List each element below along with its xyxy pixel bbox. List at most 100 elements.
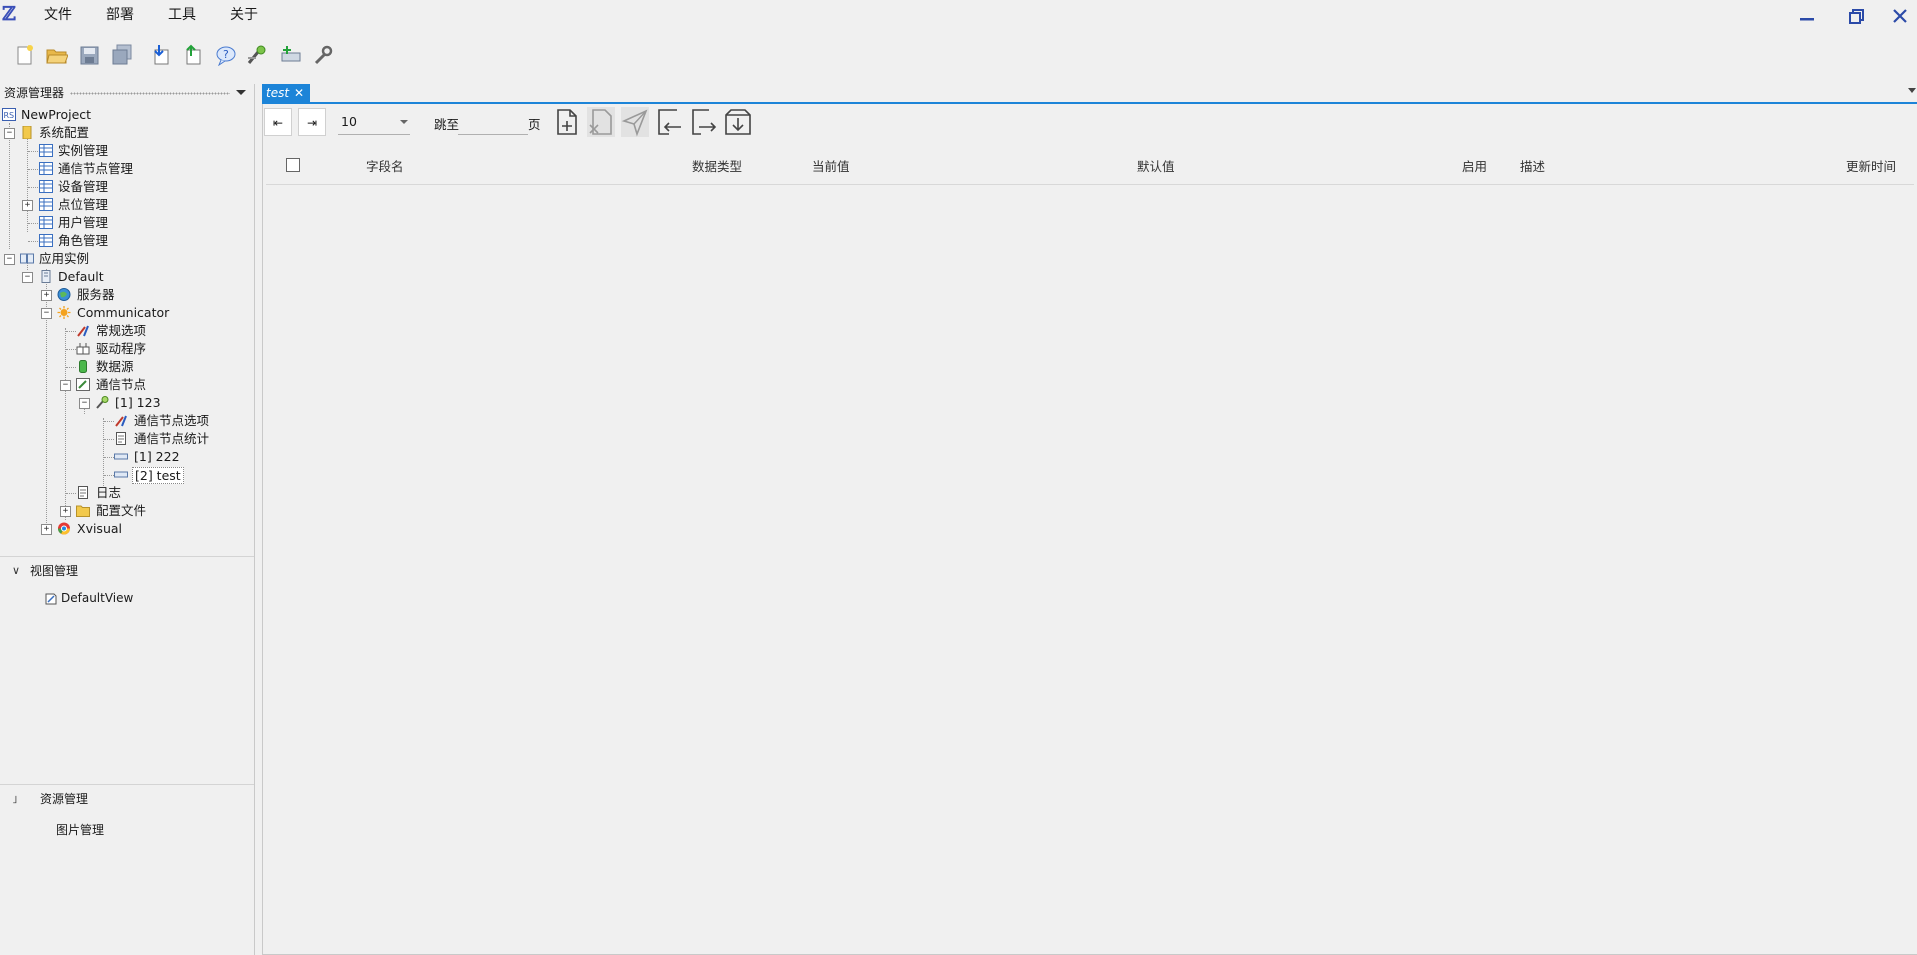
node-icon bbox=[96, 396, 109, 409]
jump-page-input[interactable] bbox=[458, 110, 528, 135]
project-tree: RS NewProject − 系统配置 实例管理 通信节点管理 设备管理 + … bbox=[0, 106, 254, 538]
tree-item-point-mgmt[interactable]: + 点位管理 bbox=[0, 196, 254, 214]
page-size-select[interactable]: 10 bbox=[338, 110, 410, 135]
collapse-icon[interactable]: − bbox=[4, 128, 15, 139]
view-mgmt-chevron-down-icon[interactable]: ∨ bbox=[12, 564, 20, 577]
tree-item-user-mgmt[interactable]: 用户管理 bbox=[0, 214, 254, 232]
explorer-grip[interactable] bbox=[70, 92, 230, 95]
export-icon[interactable] bbox=[182, 44, 204, 66]
tab-list-dropdown-icon[interactable] bbox=[1908, 88, 1916, 93]
export-right-icon[interactable] bbox=[689, 107, 717, 137]
tree-item-driver[interactable]: 驱动程序 bbox=[0, 340, 254, 358]
folder-icon bbox=[76, 505, 90, 517]
explorer-dropdown-icon[interactable] bbox=[236, 90, 246, 95]
resource-mgmt-toggle-icon[interactable]: ˩ bbox=[12, 793, 17, 806]
project-icon: RS bbox=[2, 108, 16, 121]
close-window-icon[interactable] bbox=[1884, 4, 1916, 30]
connect-icon[interactable] bbox=[246, 44, 268, 66]
tree-item-role-mgmt[interactable]: 角色管理 bbox=[0, 232, 254, 250]
archive-download-icon[interactable] bbox=[723, 107, 753, 137]
view-mgmt-title[interactable]: 视图管理 bbox=[30, 562, 78, 579]
comm-node-icon bbox=[76, 378, 90, 391]
instances-icon bbox=[20, 253, 34, 264]
expand-icon[interactable]: + bbox=[60, 506, 71, 517]
tree-item-222[interactable]: [1] 222 bbox=[0, 448, 254, 466]
globe-icon bbox=[57, 288, 71, 301]
tree-item-data-source[interactable]: 数据源 bbox=[0, 358, 254, 376]
send-icon[interactable] bbox=[621, 107, 649, 137]
device-icon bbox=[114, 453, 128, 460]
tree-item-test[interactable]: [2] test bbox=[0, 466, 254, 484]
tree-item-server[interactable]: + 服务器 bbox=[0, 286, 254, 304]
menu-bar bbox=[0, 0, 1917, 30]
table-header: 字段名 数据类型 当前值 默认值 启用 描述 更新时间 bbox=[266, 150, 1914, 185]
device-icon bbox=[114, 471, 128, 478]
tree-item-config-files[interactable]: + 配置文件 bbox=[0, 502, 254, 520]
view-icon bbox=[44, 592, 58, 605]
add-device-icon[interactable] bbox=[280, 44, 302, 66]
menu-tools[interactable]: 工具 bbox=[168, 5, 196, 25]
tree-item-node-stats[interactable]: 通信节点统计 bbox=[0, 430, 254, 448]
tree-item-comm-node-mgmt[interactable]: 通信节点管理 bbox=[0, 160, 254, 178]
select-all-checkbox[interactable] bbox=[286, 158, 300, 172]
tree-item-general-options[interactable]: 常规选项 bbox=[0, 322, 254, 340]
col-current-value[interactable]: 当前值 bbox=[812, 150, 850, 184]
save-icon[interactable] bbox=[79, 44, 101, 66]
prev-page-button[interactable]: ⇥ bbox=[298, 108, 326, 136]
restore-icon[interactable] bbox=[1838, 4, 1870, 30]
help-icon[interactable]: ? bbox=[214, 44, 236, 67]
sun-icon bbox=[57, 306, 71, 319]
tab-test[interactable]: test ✕ bbox=[262, 84, 310, 102]
collapse-icon[interactable]: − bbox=[41, 308, 52, 319]
delete-file-icon[interactable] bbox=[587, 107, 615, 137]
import-left-icon[interactable] bbox=[655, 107, 683, 137]
document-icon bbox=[116, 432, 126, 445]
collapse-icon[interactable]: − bbox=[4, 254, 15, 265]
col-field-name[interactable]: 字段名 bbox=[366, 150, 404, 184]
expand-icon[interactable]: + bbox=[22, 200, 33, 211]
col-data-type[interactable]: 数据类型 bbox=[692, 150, 742, 184]
col-updated-time[interactable]: 更新时间 bbox=[1846, 150, 1896, 184]
tree-item-app-instance[interactable]: − 应用实例 bbox=[0, 250, 254, 268]
view-item-default[interactable]: DefaultView bbox=[61, 591, 133, 605]
first-page-button[interactable]: ⇤ bbox=[264, 108, 292, 136]
resource-item-image-mgmt[interactable]: 图片管理 bbox=[56, 821, 104, 838]
svg-text:RS: RS bbox=[4, 111, 15, 120]
driver-icon bbox=[76, 343, 90, 355]
col-enabled[interactable]: 启用 bbox=[1462, 150, 1487, 184]
tab-close-icon[interactable]: ✕ bbox=[294, 84, 304, 102]
wrench-icon[interactable] bbox=[312, 44, 334, 66]
col-description[interactable]: 描述 bbox=[1520, 150, 1545, 184]
tree-item-node-options[interactable]: 通信节点选项 bbox=[0, 412, 254, 430]
collapse-icon[interactable]: − bbox=[79, 398, 90, 409]
tree-item-node-123[interactable]: − [1] 123 bbox=[0, 394, 254, 412]
page-suffix: 页 bbox=[528, 117, 541, 132]
server-icon bbox=[41, 270, 51, 283]
resource-mgmt-title[interactable]: 资源管理 bbox=[40, 790, 88, 807]
menu-deploy[interactable]: 部署 bbox=[106, 5, 134, 25]
menu-about[interactable]: 关于 bbox=[230, 5, 258, 25]
minimize-icon[interactable] bbox=[1790, 4, 1822, 30]
add-file-icon[interactable] bbox=[554, 107, 582, 137]
tree-item-log[interactable]: 日志 bbox=[0, 484, 254, 502]
new-file-icon[interactable] bbox=[14, 44, 36, 66]
tree-item-instance-mgmt[interactable]: 实例管理 bbox=[0, 142, 254, 160]
tree-item-default[interactable]: − Default bbox=[0, 268, 254, 286]
menu-file[interactable]: 文件 bbox=[44, 5, 72, 25]
expand-icon[interactable]: + bbox=[41, 524, 52, 535]
tree-item-xvisual[interactable]: + Xvisual bbox=[0, 520, 254, 538]
tree-item-project[interactable]: RS NewProject bbox=[0, 106, 254, 124]
open-folder-icon[interactable] bbox=[46, 44, 69, 66]
tree-item-system-config[interactable]: − 系统配置 bbox=[0, 124, 254, 142]
tree-item-device-mgmt[interactable]: 设备管理 bbox=[0, 178, 254, 196]
log-icon bbox=[78, 486, 88, 499]
save-all-icon[interactable] bbox=[111, 44, 133, 66]
tree-item-communicator[interactable]: − Communicator bbox=[0, 304, 254, 322]
tree-item-comm-nodes[interactable]: − 通信节点 bbox=[0, 376, 254, 394]
import-icon[interactable] bbox=[150, 44, 172, 66]
expand-icon[interactable]: + bbox=[41, 290, 52, 301]
collapse-icon[interactable]: − bbox=[60, 380, 71, 391]
collapse-icon[interactable]: − bbox=[22, 272, 33, 283]
col-default-value[interactable]: 默认值 bbox=[1137, 150, 1175, 184]
options-icon bbox=[77, 325, 89, 337]
